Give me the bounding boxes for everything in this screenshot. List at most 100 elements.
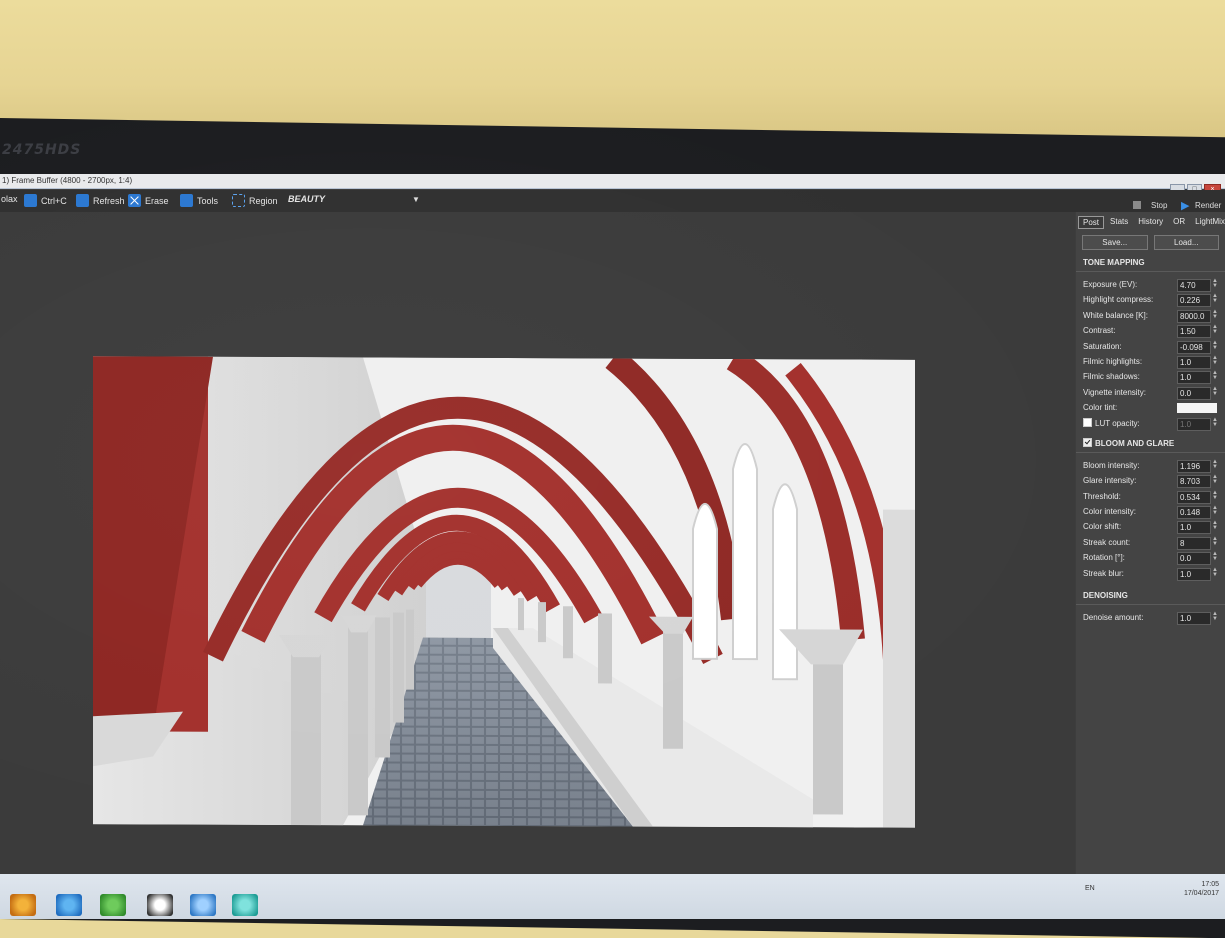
render-button[interactable]: Render	[1195, 201, 1221, 210]
spinner-icon[interactable]: ▲ ▼	[1212, 370, 1218, 381]
param-label: Denoise amount:	[1083, 613, 1144, 623]
bloom-checkbox[interactable]	[1083, 437, 1092, 447]
framebuffer-toolbar: olax Ctrl+C Refresh Erase Tools Region B…	[0, 190, 1225, 212]
channel-select[interactable]: BEAUTY	[288, 194, 325, 204]
wall-background	[0, 0, 1225, 140]
param-row: Saturation: -0.098 ▲ ▼	[1076, 339, 1225, 354]
param-input[interactable]: 1.196	[1177, 459, 1211, 473]
param-label: Contrast:	[1083, 326, 1116, 336]
param-input[interactable]: 1.0	[1177, 521, 1211, 535]
param-label: Exposure (EV):	[1083, 280, 1138, 289]
param-input[interactable]: 0.148	[1177, 506, 1211, 520]
param-input[interactable]: 0.534	[1177, 490, 1211, 504]
param-input[interactable]: 1.50	[1177, 325, 1211, 339]
param-label: White balance [K]:	[1083, 310, 1148, 320]
param-input[interactable]: 4.70	[1177, 279, 1211, 292]
lut-row: LUT opacity: 1.0 ▲ ▼	[1076, 416, 1225, 431]
tone-mapping-header: TONE MAPPING	[1076, 254, 1225, 272]
region-icon	[232, 194, 245, 207]
chevron-down-icon[interactable]: ▼	[412, 195, 420, 204]
start-button[interactable]	[10, 894, 36, 916]
param-row: Filmic highlights: 1.0 ▲ ▼	[1076, 354, 1225, 369]
load-button[interactable]: Load...	[1153, 235, 1219, 250]
spinner-icon[interactable]: ▲ ▼	[1212, 355, 1218, 366]
refresh-label: Refresh	[93, 195, 125, 206]
param-input[interactable]: 0.0	[1177, 552, 1211, 566]
browser-icon[interactable]	[56, 894, 82, 916]
framebuffer-viewport[interactable]	[0, 212, 1075, 919]
window-title: 1) Frame Buffer (4800 - 2700px, 1:4)	[2, 176, 133, 185]
param-input[interactable]: 1.0	[1177, 567, 1211, 581]
color-tint-swatch[interactable]	[1177, 403, 1217, 414]
param-input[interactable]: 0.0	[1177, 386, 1211, 400]
param-input[interactable]: 8	[1177, 536, 1211, 550]
spinner-icon[interactable]: ▲ ▼	[1212, 551, 1218, 562]
erase-button[interactable]: Erase	[128, 194, 169, 207]
spinner-icon[interactable]: ▲ ▼	[1212, 417, 1218, 428]
region-button[interactable]: Region	[232, 194, 278, 207]
spinner-icon[interactable]: ▲ ▼	[1212, 536, 1218, 547]
spinner-icon[interactable]: ▲ ▼	[1212, 520, 1218, 531]
param-label: Color tint:	[1083, 403, 1118, 413]
spinner-icon[interactable]: ▲ ▼	[1212, 340, 1218, 351]
param-label: Streak blur:	[1083, 568, 1124, 578]
param-label: LUT opacity:	[1095, 418, 1140, 428]
param-row: Rotation [°]: 0.0 ▲ ▼	[1076, 550, 1225, 566]
spinner-icon[interactable]: ▲ ▼	[1212, 490, 1218, 501]
spinner-icon[interactable]: ▲ ▼	[1212, 474, 1218, 485]
copy-icon	[24, 194, 37, 207]
bloom-rows: Bloom intensity: 1.196 ▲ ▼ Glare intensity:…	[1076, 458, 1225, 581]
tab-or[interactable]: OR	[1169, 216, 1189, 229]
param-input[interactable]: 8000.0	[1177, 309, 1211, 323]
param-input[interactable]: 1.0	[1177, 355, 1211, 369]
tab-stats[interactable]: Stats	[1106, 216, 1132, 229]
param-label: Saturation:	[1083, 341, 1122, 351]
spinner-icon[interactable]: ▲ ▼	[1212, 505, 1218, 516]
toolbar-item-olax[interactable]: olax	[1, 194, 18, 204]
language-indicator[interactable]: EN	[1085, 885, 1095, 892]
app-icon[interactable]	[100, 894, 126, 916]
tools-label: Tools	[197, 195, 219, 206]
param-row: Bloom intensity: 1.196 ▲ ▼	[1076, 458, 1225, 473]
bloom-header: BLOOM AND GLARE	[1076, 434, 1225, 453]
3dsmax-icon[interactable]	[232, 894, 258, 916]
region-label: Region	[249, 195, 278, 206]
tone-mapping-rows: Exposure (EV): 4.70 ▲ ▼ Highlight compress:…	[1076, 277, 1225, 431]
param-input[interactable]: 0.226	[1177, 294, 1211, 308]
channel-value: BEAUTY	[288, 194, 326, 204]
clock[interactable]: 17:05 17/04/2017	[1184, 880, 1219, 898]
tab-post[interactable]: Post	[1078, 216, 1105, 229]
stop-icon[interactable]	[1133, 201, 1141, 209]
param-row: Contrast: 1.50 ▲ ▼	[1076, 323, 1225, 339]
refresh-button[interactable]: Refresh	[76, 194, 125, 207]
spinner-icon[interactable]: ▲ ▼	[1212, 611, 1218, 622]
param-row: Streak blur: 1.0 ▲ ▼	[1076, 566, 1225, 581]
tab-history[interactable]: History	[1134, 216, 1167, 229]
save-button[interactable]: Save...	[1082, 235, 1148, 250]
param-input[interactable]: -0.098	[1177, 340, 1211, 354]
media-icon[interactable]	[147, 894, 173, 916]
stop-button[interactable]: Stop	[1151, 201, 1167, 210]
copy-button[interactable]: Ctrl+C	[24, 194, 67, 207]
spinner-icon[interactable]: ▲ ▼	[1212, 309, 1218, 320]
spinner-icon[interactable]: ▲ ▼	[1212, 459, 1218, 470]
param-input[interactable]: 1.0	[1177, 612, 1211, 626]
dropbox-icon[interactable]	[190, 894, 216, 916]
clock-date: 17/04/2017	[1183, 890, 1219, 897]
spinner-icon[interactable]: ▲ ▼	[1212, 293, 1218, 304]
param-label: Bloom intensity:	[1083, 460, 1140, 470]
param-label: Threshold:	[1083, 491, 1121, 501]
spinner-icon[interactable]: ▲ ▼	[1212, 567, 1218, 578]
param-input[interactable]: 1.0	[1177, 371, 1211, 385]
render-play-icon[interactable]: ▶	[1181, 199, 1189, 212]
tools-button[interactable]: Tools	[180, 194, 218, 207]
spinner-icon[interactable]: ▲ ▼	[1212, 278, 1218, 289]
param-row: Color shift: 1.0 ▲ ▼	[1076, 519, 1225, 535]
spinner-icon[interactable]: ▲ ▼	[1212, 324, 1218, 335]
lut-checkbox[interactable]	[1083, 417, 1092, 427]
tab-lightmix[interactable]: LightMix	[1191, 216, 1225, 229]
param-label: Color shift:	[1083, 522, 1122, 532]
param-input[interactable]: 1.0	[1177, 417, 1211, 431]
param-input[interactable]: 8.703	[1177, 475, 1211, 489]
spinner-icon[interactable]: ▲ ▼	[1212, 386, 1218, 397]
